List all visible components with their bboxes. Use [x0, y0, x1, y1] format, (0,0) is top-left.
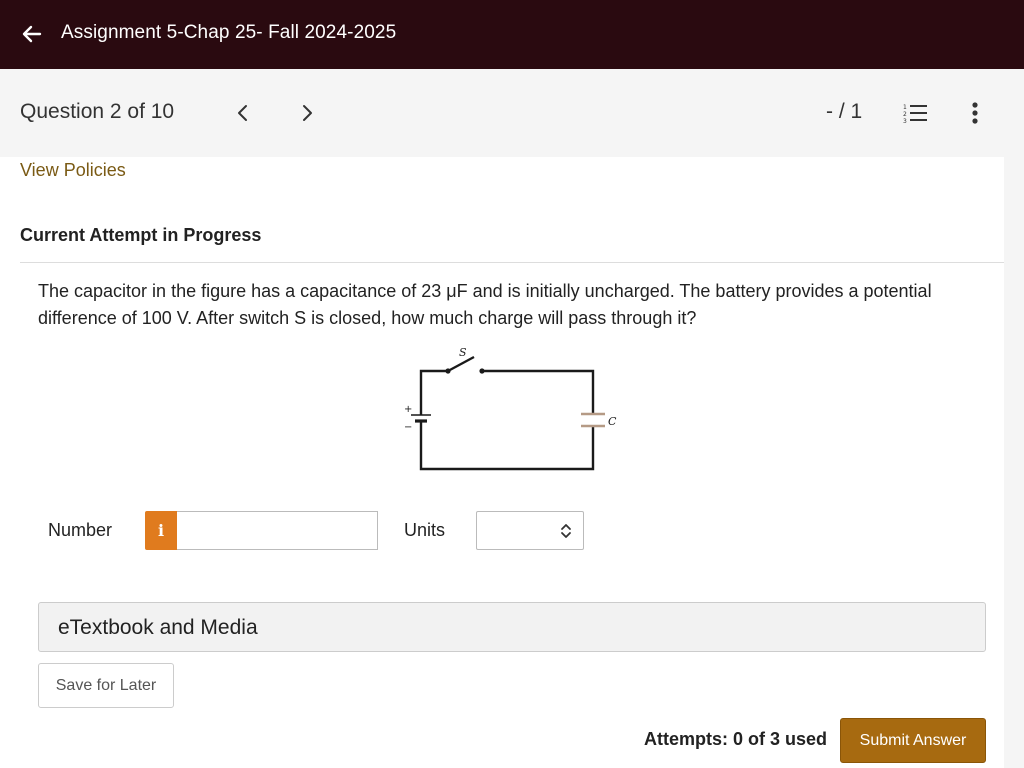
question-counter: Question 2 of 10 — [20, 100, 175, 123]
number-label: Number — [48, 520, 113, 540]
assignment-title: Assignment 5-Chap 25- Fall 2024-2025 — [61, 22, 397, 43]
question-list-button[interactable]: 1 2 3 — [900, 100, 930, 126]
battery-plus-label: + — [404, 404, 412, 415]
numbered-list-icon: 1 2 3 — [903, 104, 927, 124]
more-options-button[interactable] — [962, 98, 988, 128]
submit-answer-button[interactable]: Submit Answer — [840, 718, 986, 763]
switch-contact-left — [445, 368, 451, 374]
previous-question-button[interactable] — [231, 100, 255, 126]
etextbook-label: eTextbook and Media — [58, 616, 258, 639]
circuit-diagram: S C + − — [404, 346, 617, 471]
view-policies-link[interactable]: View Policies — [20, 160, 126, 181]
up-down-chevron-icon — [561, 524, 571, 538]
question-text: The capacitor in the figure has a capaci… — [38, 281, 932, 328]
info-button[interactable]: i — [145, 511, 177, 550]
back-button[interactable] — [18, 20, 46, 48]
more-vertical-icon — [972, 102, 978, 124]
number-input[interactable] — [177, 511, 378, 550]
chevron-left-icon — [238, 105, 247, 121]
svg-text:2: 2 — [903, 111, 907, 118]
switch-contact-right — [479, 368, 485, 374]
divider — [20, 262, 1004, 263]
etextbook-media-section[interactable]: eTextbook and Media — [38, 602, 986, 652]
svg-text:3: 3 — [903, 118, 907, 124]
svg-text:1: 1 — [903, 104, 907, 111]
chevron-right-icon — [303, 105, 312, 121]
arrow-left-icon — [22, 25, 42, 43]
next-question-button[interactable] — [295, 100, 319, 126]
info-icon: i — [157, 521, 165, 540]
attempts-counter: Attempts: 0 of 3 used — [644, 729, 828, 749]
battery-minus-label: − — [404, 422, 412, 433]
capacitor-label: C — [608, 415, 617, 428]
question-score: - / 1 — [826, 100, 863, 123]
save-for-later-button[interactable]: Save for Later — [38, 663, 174, 708]
units-label: Units — [404, 520, 446, 540]
units-select[interactable] — [476, 511, 584, 550]
switch-label: S — [459, 346, 467, 359]
attempt-heading: Current Attempt in Progress — [20, 225, 262, 245]
